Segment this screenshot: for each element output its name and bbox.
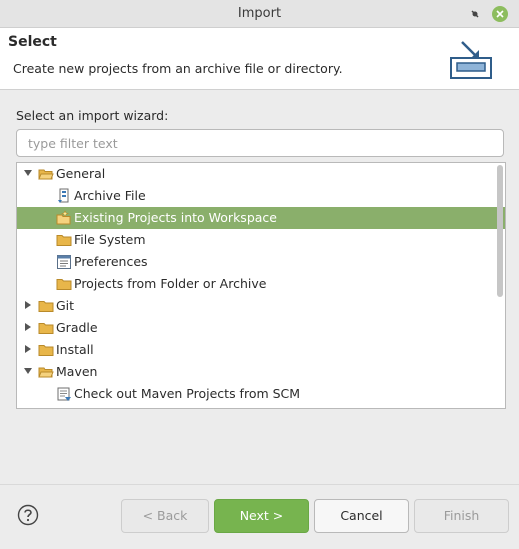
tree-item-git[interactable]: Git [17,295,505,317]
filter-input[interactable] [16,129,504,157]
wizard-tree[interactable]: General Archive File Existing Projects i… [16,162,506,409]
tree-item-archive-file[interactable]: Archive File [17,185,505,207]
archive-file-icon [58,188,69,203]
tree-item-projects-from-folder[interactable]: Projects from Folder or Archive [17,273,505,295]
footer-divider [0,484,519,485]
tree-item-label: File System [74,232,146,247]
tree-item-label: Install [56,342,94,357]
tree-item-label: General [56,166,106,181]
folder-open-icon [38,169,54,180]
page-description: Create new projects from an archive file… [13,61,343,76]
folder-open-icon [38,367,54,378]
tree-item-preferences[interactable]: Preferences [17,251,505,273]
wizard-header: Select Create new projects from an archi… [0,28,519,90]
tree-item-existing-projects[interactable]: Existing Projects into Workspace [17,207,505,229]
tree-item-label: Projects from Folder or Archive [74,276,267,291]
next-button[interactable]: Next > [214,499,309,533]
cancel-button[interactable]: Cancel [314,499,409,533]
tree-item-label: Archive File [74,188,146,203]
tree-scrollbar[interactable] [497,165,503,297]
close-icon[interactable] [491,5,509,23]
wizard-select-label: Select an import wizard: [16,108,169,123]
tree-item-label: Gradle [56,320,98,335]
chevron-right-icon[interactable] [23,300,33,310]
import-wizard-icon [450,41,492,79]
tree-item-label: Git [56,298,75,313]
tree-item-general[interactable]: General [17,163,505,185]
tree-item-label: Preferences [74,254,148,269]
preferences-icon [57,255,71,269]
chevron-right-icon[interactable] [23,322,33,332]
pin-icon[interactable] [466,5,484,23]
help-icon[interactable] [17,504,39,526]
title-bar: Import [0,0,519,28]
tree-item-label: Maven [56,364,98,379]
chevron-right-icon[interactable] [23,344,33,354]
folder-icon [38,301,54,312]
chevron-down-icon[interactable] [23,168,33,178]
window-title: Import [237,6,282,21]
chevron-down-icon[interactable] [23,366,33,376]
folder-icon [38,323,54,334]
folder-icon [56,279,72,290]
page-title: Select [8,34,57,50]
tree-item-maven-scm[interactable]: Check out Maven Projects from SCM [17,383,505,405]
tree-item-label: Existing Projects into Workspace [74,210,277,225]
folder-icon [56,235,72,246]
tree-item-install[interactable]: Install [17,339,505,361]
back-button[interactable]: < Back [121,499,209,533]
folder-icon [38,345,54,356]
maven-scm-icon [57,387,71,401]
tree-item-maven[interactable]: Maven [17,361,505,383]
tree-item-file-system[interactable]: File System [17,229,505,251]
finish-button[interactable]: Finish [414,499,509,533]
existing-projects-icon [56,210,71,225]
tree-item-label: Check out Maven Projects from SCM [74,386,301,401]
tree-item-gradle[interactable]: Gradle [17,317,505,339]
